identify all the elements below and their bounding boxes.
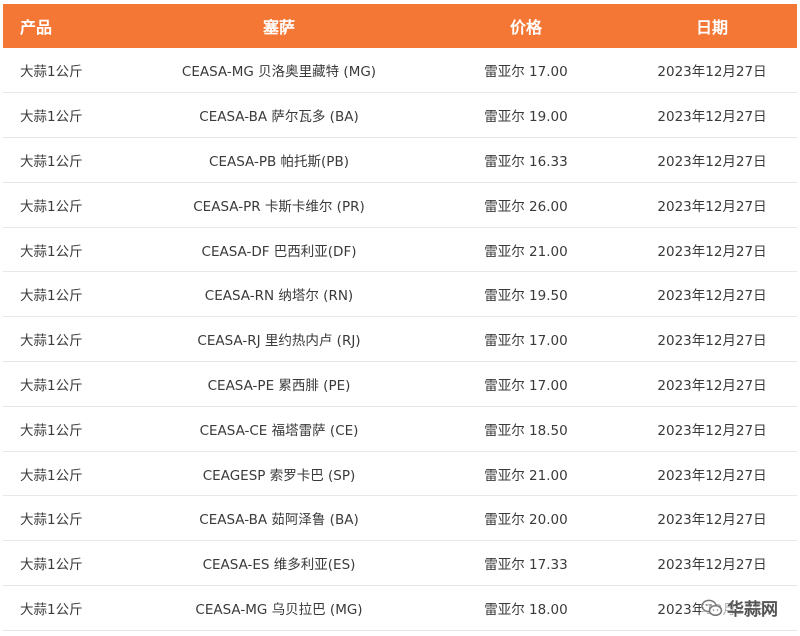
watermark-text: 华蒜网 — [727, 600, 778, 620]
cell-market: CEASA-MG 贝洛奥里藏特 (MG) — [181, 64, 377, 81]
cell-date: 2023年12月27日 — [657, 153, 767, 170]
column-header-date[interactable]: 日期 — [627, 4, 797, 48]
cell-date: 2023年12月27日 — [657, 288, 767, 305]
column-header-price[interactable]: 价格 — [425, 4, 627, 48]
table-row: 大蒜1公斤 CEASA-PR 卡斯卡维尔 (PR) 雷亚尔 26.00 2023年12… — [3, 182, 797, 228]
cell-market: CEASA-DF 巴西利亚(DF) — [201, 243, 357, 260]
table-row: 大蒜1公斤 CEASA-BA 茹阿泽鲁 (BA) 雷亚尔 20.00 2023年12月… — [3, 495, 797, 541]
cell-product: 大蒜1公斤 — [20, 198, 83, 215]
cell-price: 雷亚尔 16.33 — [484, 153, 568, 170]
cell-price: 雷亚尔 26.00 — [484, 198, 568, 215]
cell-market: CEASA-RN 纳塔尔 (RN) — [204, 288, 354, 305]
cell-date: 2023年12月27日 — [657, 64, 767, 81]
cell-date: 2023年12月27日 — [657, 422, 767, 439]
cell-market: CEASA-ES 维多利亚(ES) — [202, 557, 356, 574]
cell-date: 2023年12月27日 — [657, 333, 767, 350]
cell-price: 雷亚尔 18.00 — [484, 601, 568, 618]
table-row: 大蒜1公斤 CEASA-CE 福塔雷萨 (CE) 雷亚尔 18.50 2023年12月… — [3, 406, 797, 452]
cell-market: CEASA-PE 累西腓 (PE) — [207, 377, 351, 394]
table-body: 大蒜1公斤 CEASA-MG 贝洛奥里藏特 (MG) 雷亚尔 17.00 2023年1… — [3, 48, 797, 631]
cell-price: 雷亚尔 19.50 — [484, 288, 568, 305]
table-row: 大蒜1公斤 CEASA-PE 累西腓 (PE) 雷亚尔 17.00 2023年12月2… — [3, 361, 797, 407]
cell-price: 雷亚尔 21.00 — [484, 467, 568, 484]
cell-product: 大蒜1公斤 — [20, 512, 83, 529]
cell-market: CEASA-CE 福塔雷萨 (CE) — [199, 422, 359, 439]
cell-date: 2023年12月27日 — [657, 377, 767, 394]
cell-product: 大蒜1公斤 — [20, 243, 83, 260]
cell-product: 大蒜1公斤 — [20, 557, 83, 574]
cell-price: 雷亚尔 19.00 — [484, 109, 568, 126]
cell-price: 雷亚尔 18.50 — [484, 422, 568, 439]
watermark: 华蒜网 — [701, 595, 778, 620]
cell-date: 2023年12月27日 — [657, 557, 767, 574]
cell-price: 雷亚尔 17.33 — [484, 557, 568, 574]
cell-date: 2023年12月27日 — [657, 198, 767, 215]
cell-date: 2023年12月27日 — [657, 243, 767, 260]
table-row: 大蒜1公斤 CEASA-MG 贝洛奥里藏特 (MG) 雷亚尔 17.00 2023年1… — [3, 48, 797, 93]
cell-product: 大蒜1公斤 — [20, 601, 83, 618]
cell-price: 雷亚尔 20.00 — [484, 512, 568, 529]
column-header-market[interactable]: 塞萨 — [133, 4, 425, 48]
table-row: 大蒜1公斤CEASA-MG 乌贝拉巴 (MG)雷亚尔 18.002023年12月… — [3, 585, 797, 631]
price-table-container: 产品 塞萨 价格 日期 大蒜1公斤 CEASA-MG 贝洛奥里藏特 (MG) 雷亚尔… — [3, 4, 797, 631]
cell-market: CEASA-BA 萨尔瓦多 (BA) — [199, 109, 359, 126]
cell-market: CEASA-PR 卡斯卡维尔 (PR) — [193, 198, 365, 215]
cell-product: 大蒜1公斤 — [20, 333, 83, 350]
column-header-product[interactable]: 产品 — [3, 4, 133, 48]
cell-market: CEASA-BA 茹阿泽鲁 (BA) — [199, 512, 359, 529]
wechat-icon — [701, 599, 723, 617]
cell-date: 2023年12月27日 — [657, 109, 767, 126]
cell-price: 雷亚尔 17.00 — [484, 64, 568, 81]
cell-product: 大蒜1公斤 — [20, 64, 83, 81]
cell-product: 大蒜1公斤 — [20, 422, 83, 439]
cell-product: 大蒜1公斤 — [20, 153, 83, 170]
cell-date: 2023年12月27日 — [657, 512, 767, 529]
cell-market: CEAGESP 索罗卡巴 (SP) — [202, 467, 356, 484]
table-header: 产品 塞萨 价格 日期 — [3, 4, 797, 48]
cell-market: CEASA-MG 乌贝拉巴 (MG) — [195, 601, 363, 618]
cell-product: 大蒜1公斤 — [20, 467, 83, 484]
cell-date: 2023年12月27日 — [657, 467, 767, 484]
cell-product: 大蒜1公斤 — [20, 288, 83, 305]
cell-price: 雷亚尔 21.00 — [484, 243, 568, 260]
cell-market: CEASA-RJ 里约热内卢 (RJ) — [197, 333, 361, 350]
table-row: 大蒜1公斤 CEASA-RJ 里约热内卢 (RJ) 雷亚尔 17.00 2023年12… — [3, 316, 797, 362]
cell-price: 雷亚尔 17.00 — [484, 377, 568, 394]
cell-product: 大蒜1公斤 — [20, 109, 83, 126]
cell-product: 大蒜1公斤 — [20, 377, 83, 394]
price-table: 产品 塞萨 价格 日期 大蒜1公斤 CEASA-MG 贝洛奥里藏特 (MG) 雷亚尔… — [3, 4, 797, 631]
table-row: 大蒜1公斤 CEASA-RN 纳塔尔 (RN) 雷亚尔 19.50 2023年12月2… — [3, 271, 797, 317]
table-row: 大蒜1公斤 CEAGESP 索罗卡巴 (SP) 雷亚尔 21.00 2023年12月2… — [3, 451, 797, 496]
table-row: 大蒜1公斤 CEASA-DF 巴西利亚(DF) 雷亚尔 21.00 2023年12月2… — [3, 227, 797, 272]
header-row: 产品 塞萨 价格 日期 — [3, 4, 797, 48]
table-row: 大蒜1公斤 CEASA-BA 萨尔瓦多 (BA) 雷亚尔 19.00 2023年12月… — [3, 92, 797, 138]
cell-price: 雷亚尔 17.00 — [484, 333, 568, 350]
cell-market: CEASA-PB 帕托斯(PB) — [209, 153, 349, 170]
table-row: 大蒜1公斤 CEASA-PB 帕托斯(PB) 雷亚尔 16.33 2023年12月27… — [3, 137, 797, 183]
table-row: 大蒜1公斤 CEASA-ES 维多利亚(ES) 雷亚尔 17.33 2023年12月2… — [3, 540, 797, 586]
